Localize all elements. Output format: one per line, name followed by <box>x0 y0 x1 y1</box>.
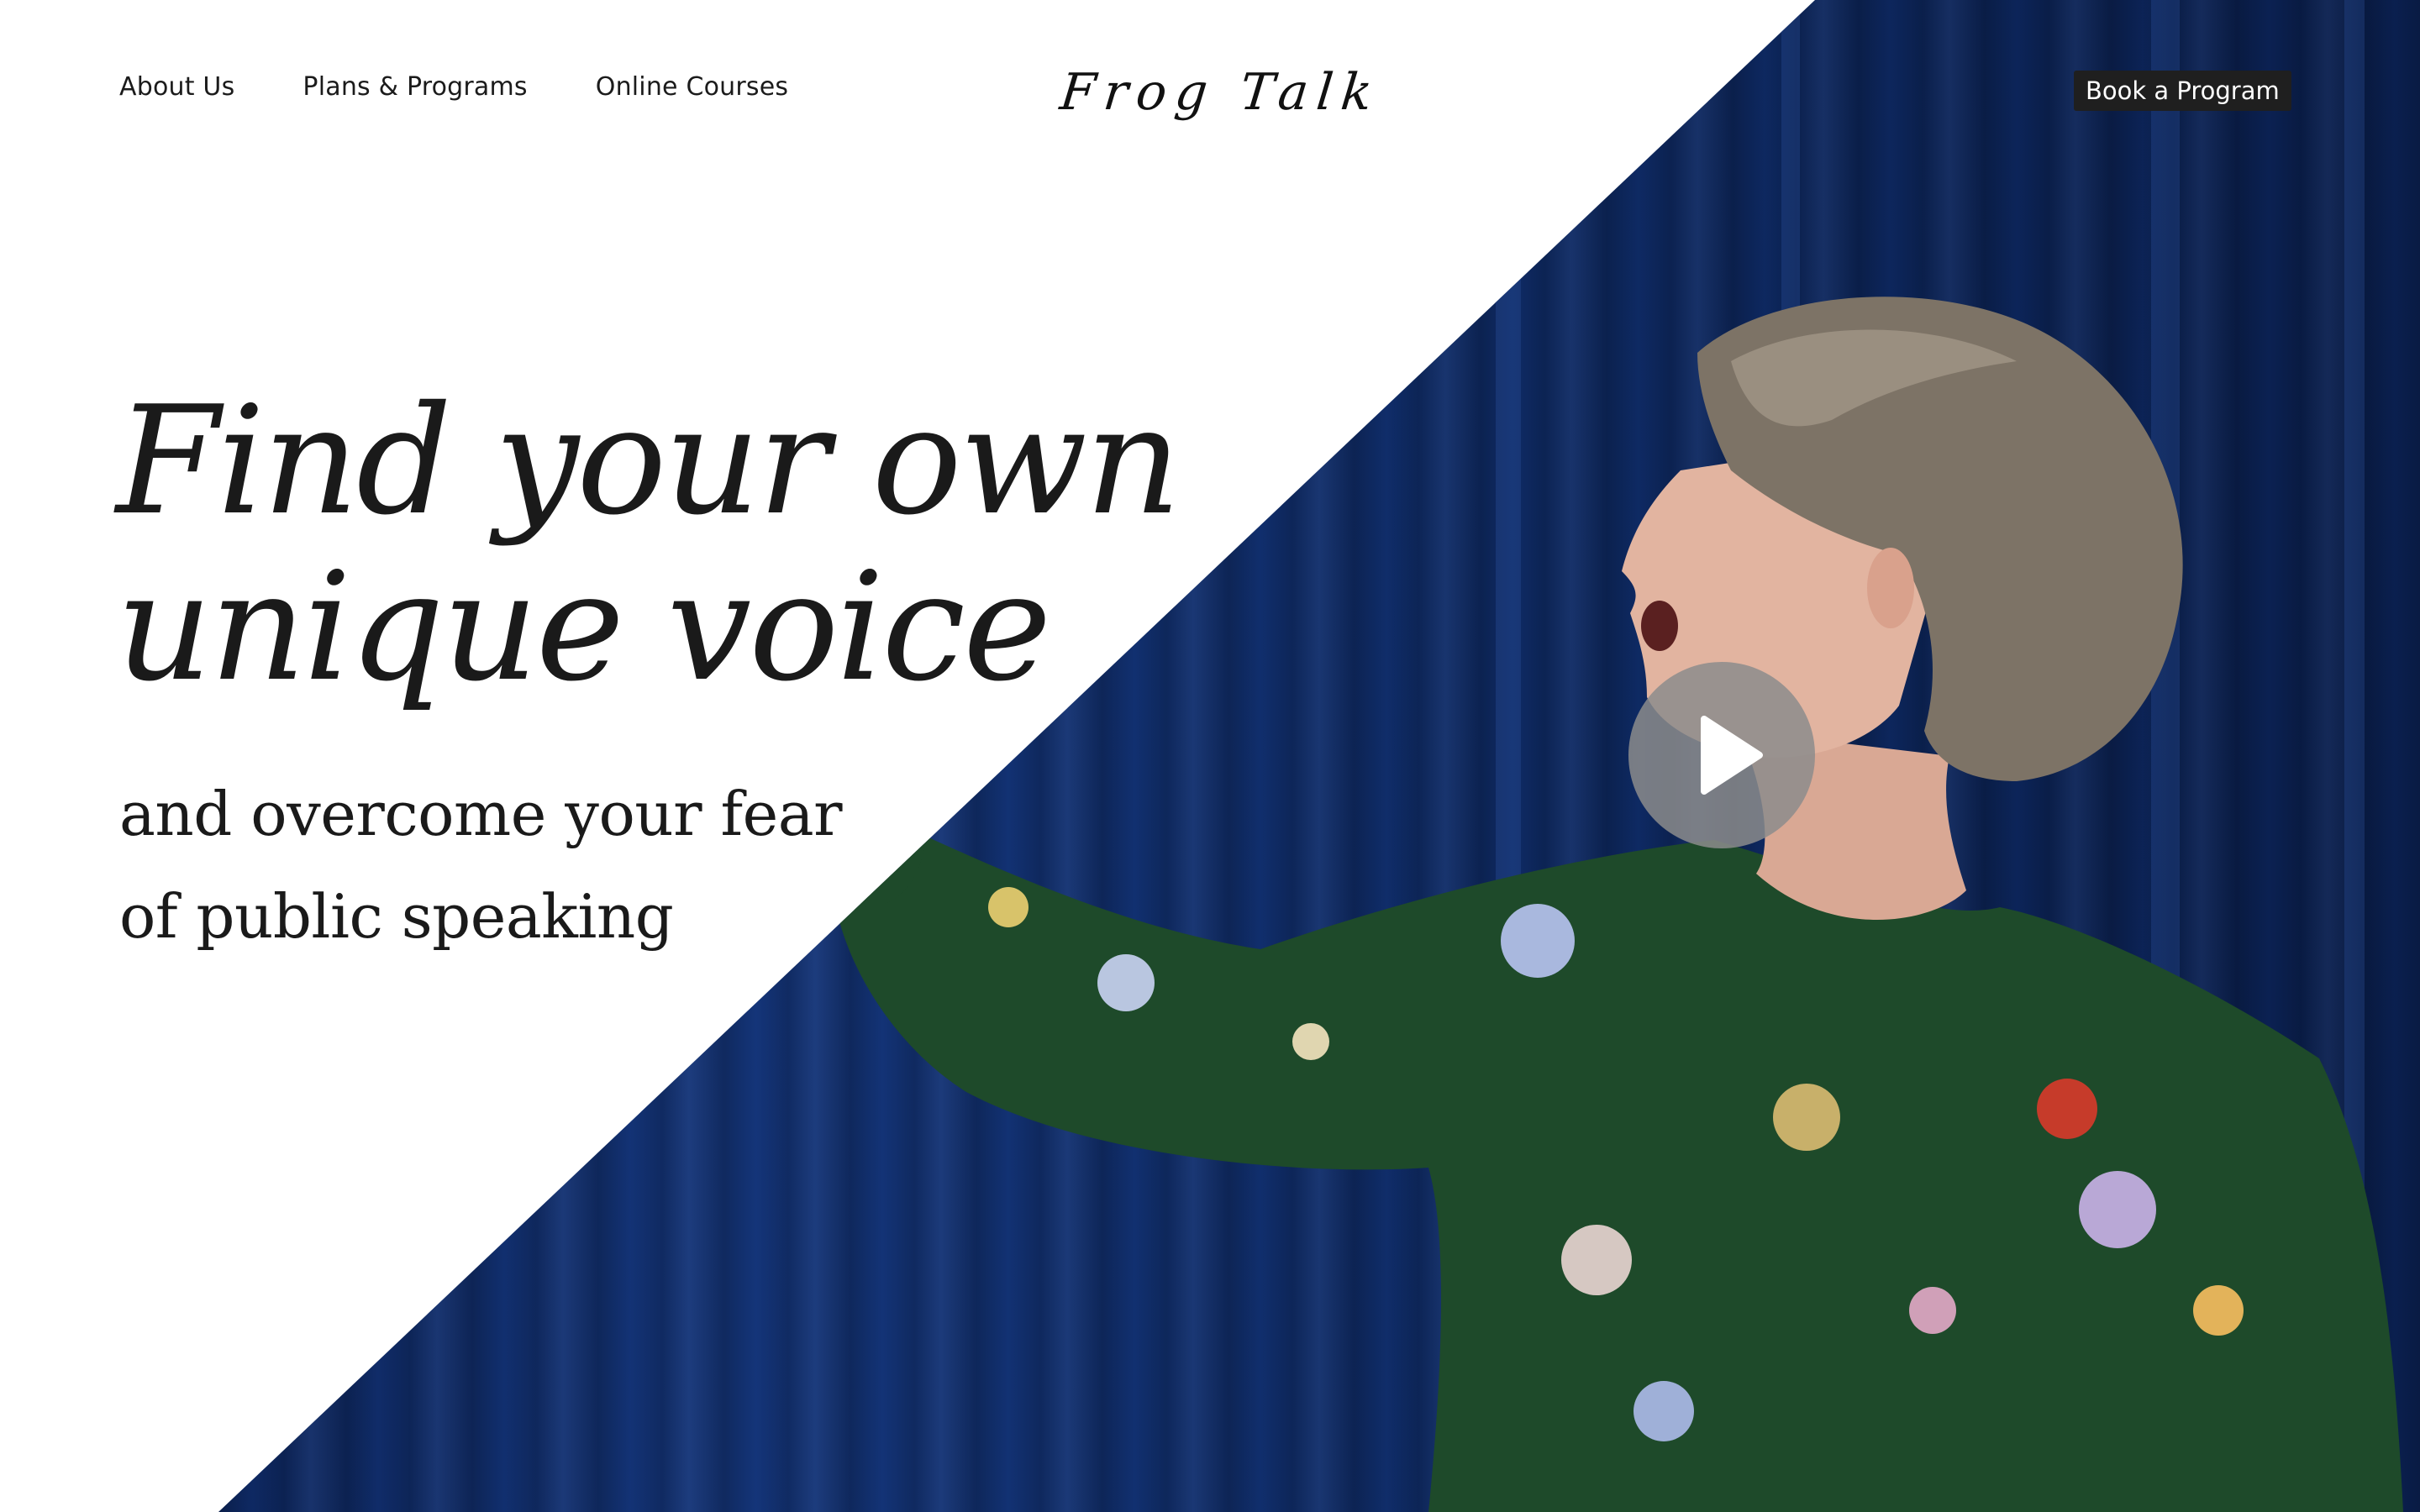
nav-plans-programs[interactable]: Plans & Programs <box>302 72 527 102</box>
headline-line-2: unique voice <box>116 540 1051 714</box>
singer-illustration <box>829 0 2403 1512</box>
logo-text: Frog Talk <box>1057 63 1384 122</box>
hero-photo <box>218 0 2420 1512</box>
nav-about-us[interactable]: About Us <box>119 72 234 102</box>
main-nav: About Us Plans & Programs Online Courses <box>119 72 788 102</box>
hero-headline: Find your own unique voice <box>116 374 1181 714</box>
subhead-line-2: of public speaking <box>119 881 674 952</box>
headline-line-1: Find your own <box>116 374 1181 548</box>
landing-page: About Us Plans & Programs Online Courses… <box>0 0 2420 1512</box>
nav-online-courses[interactable]: Online Courses <box>596 72 788 102</box>
logo[interactable]: Frog Talk <box>1057 59 1383 126</box>
play-icon <box>1701 716 1763 795</box>
subhead-line-1: and overcome your fear <box>119 779 843 849</box>
hero-subheadline: and overcome your fear of public speakin… <box>119 763 843 968</box>
book-program-button[interactable]: Book a Program <box>2074 71 2291 111</box>
video-play-button[interactable] <box>1628 662 1815 848</box>
